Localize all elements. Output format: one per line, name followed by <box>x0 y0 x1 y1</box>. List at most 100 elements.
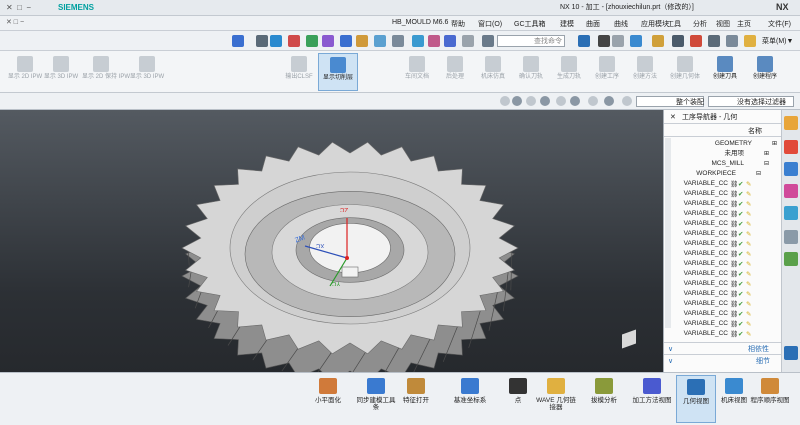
menu-item-7[interactable]: 曲面 <box>586 19 600 29</box>
toolbar-tool-icon-10[interactable] <box>412 35 424 47</box>
part-tab-icon[interactable] <box>784 184 798 198</box>
menu-item-5[interactable]: 应用模块 <box>641 19 669 29</box>
ribbon-button-0[interactable]: 创建程序 <box>748 53 782 91</box>
tree-row[interactable]: ✎ ✔ ⛓ VARIABLE_CC <box>664 310 781 319</box>
toolbar-tool-icon-19[interactable] <box>652 35 664 47</box>
snap-icon-1[interactable] <box>512 96 522 106</box>
bottom-button-0[interactable]: 程序顺序视图 <box>750 375 790 423</box>
section-details[interactable]: ∨ 细节 <box>664 354 781 366</box>
bottom-button-9[interactable]: 同步建模工具条 <box>356 375 396 423</box>
toolbar-tool-icon-18[interactable] <box>630 35 642 47</box>
expand-toggle-icon[interactable]: ⊟ <box>764 160 769 167</box>
history-tab-icon[interactable] <box>784 230 798 244</box>
toolbar-tool-icon-23[interactable] <box>726 35 738 47</box>
menu-item-4[interactable]: 工具 <box>667 19 681 29</box>
tree-row[interactable]: ✎ ✔ ⛓ VARIABLE_CC <box>664 240 781 249</box>
menu-item-1[interactable]: 主页 <box>737 19 751 29</box>
toolbar-tool-icon-15[interactable] <box>578 35 590 47</box>
bottom-button-7[interactable]: 基准坐标系 <box>450 375 490 423</box>
assembly-tab-icon[interactable] <box>784 162 798 176</box>
tree-row[interactable]: ⊞ GEOMETRY <box>664 140 781 149</box>
tree-row[interactable]: ✎ ✔ ⛓ VARIABLE_CC <box>664 290 781 299</box>
toolbar-tool-icon-6[interactable] <box>340 35 352 47</box>
machine-tab-icon[interactable] <box>784 140 798 154</box>
ipw-button-2[interactable]: 显示 2D 保持 IPW <box>82 53 130 91</box>
tree-row[interactable]: ✎ ✔ ⛓ VARIABLE_CC <box>664 250 781 259</box>
tree-row[interactable]: ✎ ✔ ⛓ VARIABLE_CC <box>664 260 781 269</box>
snap-icon-6[interactable] <box>588 96 598 106</box>
bottom-button-8[interactable]: 特征打开 <box>396 375 436 423</box>
snap-icon-5[interactable] <box>570 96 580 106</box>
tree-row[interactable]: ✎ ✔ ⛓ VARIABLE_CC <box>664 230 781 239</box>
bottom-button-2[interactable]: 几何视图 <box>676 375 716 423</box>
section-dependencies[interactable]: ∨ 相依性 <box>664 342 781 354</box>
menu-item-12[interactable]: HB_MOULD M6.6 <box>392 19 448 26</box>
snap-icon-4[interactable] <box>556 96 566 106</box>
toolbar-tool-icon-7[interactable] <box>356 35 368 47</box>
ribbon-button-1[interactable]: 创建刀具 <box>708 53 742 91</box>
toolbar-tool-icon-12[interactable] <box>444 35 456 47</box>
expand-toggle-icon[interactable]: ⊞ <box>772 140 777 147</box>
menu-item-9[interactable]: GC工具箱 <box>514 19 546 29</box>
snap-icon-3[interactable] <box>540 96 550 106</box>
menu-item-6[interactable]: 曲线 <box>614 19 628 29</box>
menu-item-3[interactable]: 分析 <box>693 19 707 29</box>
toolbar-tool-icon-14[interactable] <box>482 35 494 47</box>
tree-row[interactable]: ✎ ✔ ⛓ VARIABLE_CC <box>664 200 781 209</box>
ribbon-button-3[interactable]: 创建方法 <box>628 53 662 91</box>
bottom-button-6[interactable]: 点 <box>498 375 538 423</box>
sub-window-controls[interactable]: ✕ □ − <box>6 19 24 26</box>
ribbon-button-4[interactable]: 创建工序 <box>590 53 624 91</box>
ribbon-button-8[interactable]: 后处理 <box>438 53 472 91</box>
menu-item-0[interactable]: 文件(F) <box>768 19 791 29</box>
toolbar-tool-icon-9[interactable] <box>392 35 404 47</box>
ipw-button-3[interactable]: 显示 3D IPW <box>128 53 166 91</box>
toolbar-tool-icon-4[interactable] <box>306 35 318 47</box>
graphics-viewport[interactable]: ZM ZC XC YC <box>0 110 663 372</box>
snap-icon-7[interactable] <box>604 96 614 106</box>
tree-row[interactable]: ✎ ✔ ⛓ VARIABLE_CC <box>664 300 781 309</box>
roles-tab-icon[interactable] <box>784 252 798 266</box>
menu-item-8[interactable]: 建模 <box>560 19 574 29</box>
menu-item-2[interactable]: 视图 <box>716 19 730 29</box>
toolbar-tool-icon-13[interactable] <box>462 35 474 47</box>
snap-icon-2[interactable] <box>526 96 536 106</box>
tree-scrollbar[interactable] <box>665 138 671 328</box>
bottom-button-10[interactable]: 小平面化 <box>308 375 348 423</box>
ribbon-button-10[interactable]: 显示切削层 <box>318 53 358 91</box>
gear-model[interactable] <box>0 110 663 372</box>
bottom-button-1[interactable]: 机床视图 <box>714 375 754 423</box>
ribbon-button-11[interactable]: 输出CLSF <box>282 53 316 91</box>
ipw-button-1[interactable]: 显示 3D IPW <box>42 53 80 91</box>
ribbon-button-9[interactable]: 车间文档 <box>400 53 434 91</box>
bottom-button-4[interactable]: 拔模分析 <box>584 375 624 423</box>
navigator-tab-icon[interactable] <box>784 116 798 130</box>
expand-toggle-icon[interactable]: ⊟ <box>756 170 761 177</box>
bottom-button-3[interactable]: 加工方法视图 <box>632 375 672 423</box>
menu-item-11[interactable]: 帮助 <box>451 19 465 29</box>
expand-toggle-icon[interactable]: ⊞ <box>764 150 769 157</box>
toolbar-tool-icon-24[interactable] <box>744 35 756 47</box>
web-tab-icon[interactable] <box>784 346 798 360</box>
tree-row[interactable]: ✎ ✔ ⛓ VARIABLE_CC <box>664 210 781 219</box>
toolbar-tool-icon-5[interactable] <box>322 35 334 47</box>
toolbar-tool-icon-11[interactable] <box>428 35 440 47</box>
toolbar-tool-icon-3[interactable] <box>288 35 300 47</box>
toolbar-tool-icon-22[interactable] <box>708 35 720 47</box>
ribbon-button-2[interactable]: 创建几何体 <box>668 53 702 91</box>
toolbar-tool-icon-8[interactable] <box>374 35 386 47</box>
tree-row[interactable]: ✎ ✔ ⛓ VARIABLE_CC <box>664 330 781 339</box>
tree-row[interactable]: ✎ ✔ ⛓ VARIABLE_CC <box>664 320 781 329</box>
ribbon-button-5[interactable]: 生成刀轨 <box>552 53 586 91</box>
toolbar-tool-icon-0[interactable] <box>232 35 244 47</box>
toolbar-tool-icon-16[interactable] <box>598 35 610 47</box>
toolbar-tool-icon-20[interactable] <box>672 35 684 47</box>
ribbon-button-6[interactable]: 确认刀轨 <box>514 53 548 91</box>
tree-row[interactable]: ✎ ✔ ⛓ VARIABLE_CC <box>664 180 781 189</box>
tree-row[interactable]: ✎ ✔ ⛓ VARIABLE_CC <box>664 280 781 289</box>
snap-icon-0[interactable] <box>500 96 510 106</box>
tree-row[interactable]: ✎ ✔ ⛓ VARIABLE_CC <box>664 190 781 199</box>
toolbar-tool-icon-17[interactable] <box>612 35 624 47</box>
ipw-button-0[interactable]: 显示 2D IPW <box>6 53 44 91</box>
window-controls[interactable]: ✕ □ − <box>6 4 31 12</box>
